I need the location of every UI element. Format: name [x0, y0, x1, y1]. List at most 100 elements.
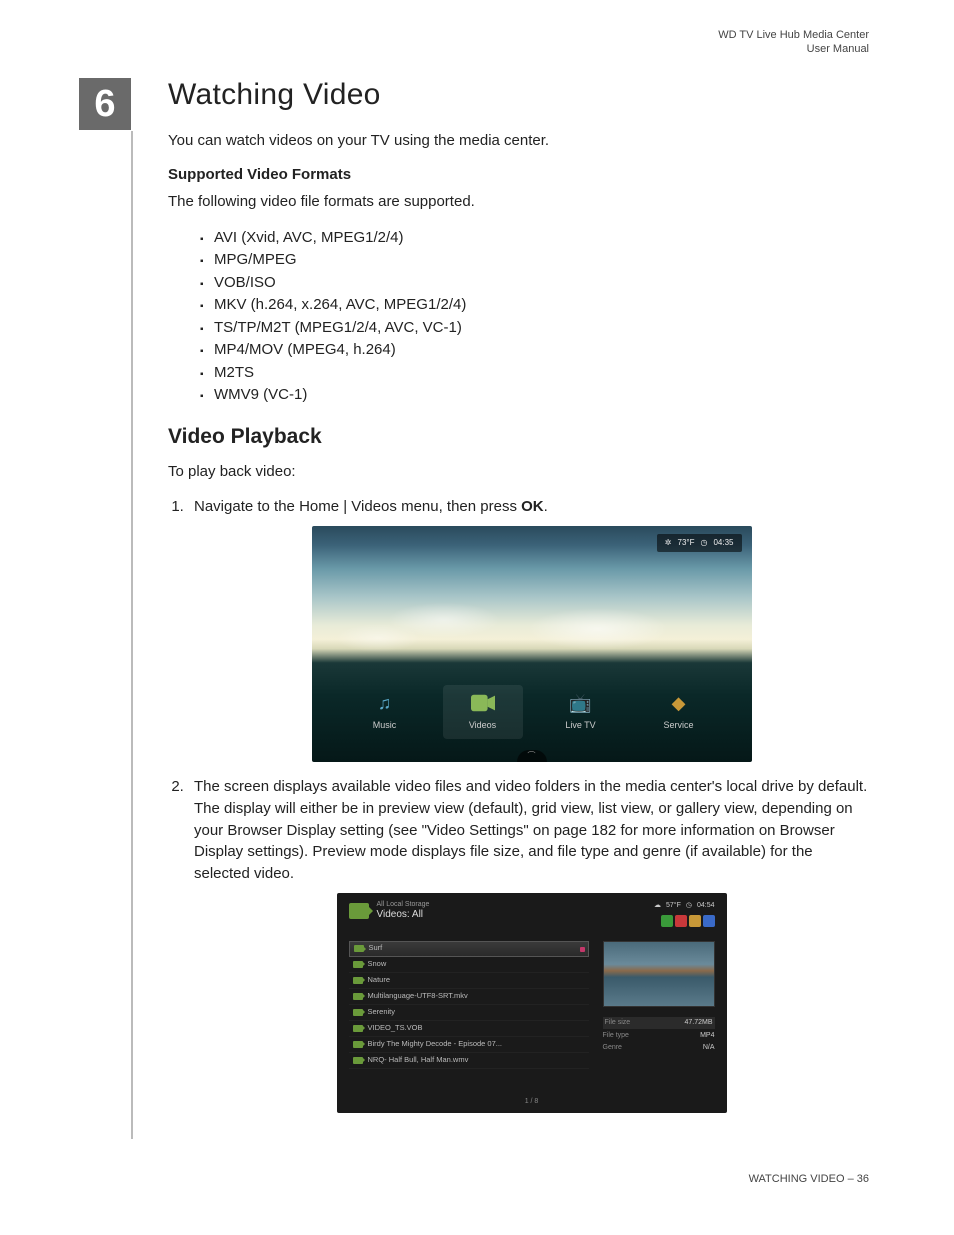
file-icon [353, 1025, 363, 1032]
meta-label: File type [603, 1031, 629, 1041]
file-metadata: File size 47.72MB File type MP4 Genre N/A [603, 1017, 715, 1055]
menu-label: Videos [469, 719, 496, 732]
weather-icon: ☁ [654, 901, 661, 911]
step1-ok: OK [521, 498, 544, 515]
steps-list: Navigate to the Home | Videos menu, then… [188, 496, 869, 1113]
file-name: Surf [369, 943, 383, 954]
header-line1: WD TV Live Hub Media Center [718, 28, 869, 42]
step-2: The screen displays available video file… [188, 776, 869, 1113]
list-item[interactable]: NRQ- Half Bull, Half Man.wmv [349, 1053, 589, 1069]
file-name: Nature [368, 975, 391, 986]
menu-label: Service [663, 719, 693, 732]
meta-value: 47.72MB [684, 1018, 712, 1028]
meta-label: File size [605, 1018, 631, 1028]
meta-value: MP4 [700, 1031, 714, 1041]
page-title: Watching Video [168, 78, 869, 112]
view-chip-yellow[interactable] [689, 915, 701, 927]
footer-sep: – [845, 1173, 857, 1185]
options-handle[interactable]: ⌒ [517, 750, 547, 762]
pager: 1 / 8 [337, 1097, 727, 1107]
clock-icon: ◷ [700, 537, 707, 549]
file-name: NRQ- Half Bull, Half Man.wmv [368, 1055, 469, 1066]
format-item: M2TS [200, 362, 869, 385]
file-icon [354, 945, 364, 952]
header-meta: WD TV Live Hub Media Center User Manual [718, 28, 869, 57]
video-preview [603, 941, 715, 1007]
file-name: Birdy The Mighty Decode - Episode 07... [368, 1039, 503, 1050]
format-item: TS/TP/M2T (MPEG1/2/4, AVC, VC-1) [200, 317, 869, 340]
view-chip-red[interactable] [675, 915, 687, 927]
intro-text: You can watch videos on your TV using th… [168, 130, 869, 152]
file-icon [353, 1041, 363, 1048]
format-list: AVI (Xvid, AVC, MPEG1/2/4) MPG/MPEG VOB/… [200, 227, 869, 407]
menu-videos[interactable]: Videos [443, 685, 523, 738]
weather-icon: ✲ [665, 537, 672, 549]
view-mode-chips[interactable] [661, 915, 715, 927]
file-icon [353, 993, 363, 1000]
storage-label: All Local Storage [377, 901, 430, 909]
status-bar: ☁ 57°F ◷ 04:54 [654, 901, 715, 911]
meta-label: Genre [603, 1043, 622, 1053]
file-icon [353, 1009, 363, 1016]
meta-value: N/A [703, 1043, 715, 1053]
temp-value: 57°F [666, 901, 681, 911]
view-chip-green[interactable] [661, 915, 673, 927]
header-line2: User Manual [718, 42, 869, 56]
list-item[interactable]: Serenity [349, 1005, 589, 1021]
music-icon: ♫ [373, 691, 397, 715]
file-name: Snow [368, 959, 387, 970]
list-item[interactable]: VIDEO_TS.VOB [349, 1021, 589, 1037]
format-item: MKV (h.264, x.264, AVC, MPEG1/2/4) [200, 294, 869, 317]
breadcrumb-area: All Local Storage Videos: All [349, 901, 430, 921]
vertical-divider [131, 131, 133, 1139]
list-item[interactable]: Snow [349, 957, 589, 973]
format-item: AVI (Xvid, AVC, MPEG1/2/4) [200, 227, 869, 250]
status-bar: ✲ 73°F ◷ 04:35 [657, 534, 742, 552]
step1-text-a: Navigate to the Home | Videos menu, then… [194, 498, 521, 515]
view-chip-blue[interactable] [703, 915, 715, 927]
home-menu-screenshot: ✲ 73°F ◷ 04:35 ♫ Music Videos [312, 526, 752, 762]
formats-intro: The following video file formats are sup… [168, 191, 869, 213]
menu-music[interactable]: ♫ Music [345, 691, 425, 732]
video-list-screenshot: All Local Storage Videos: All ☁ 57°F ◷ 0… [337, 893, 727, 1113]
time-value: 04:54 [697, 901, 715, 911]
page-footer: WATCHING VIDEO – 36 [749, 1173, 869, 1185]
time-value: 04:35 [713, 537, 733, 549]
list-item[interactable]: Birdy The Mighty Decode - Episode 07... [349, 1037, 589, 1053]
video-icon [349, 903, 369, 919]
format-item: VOB/ISO [200, 272, 869, 295]
footer-section: WATCHING VIDEO [749, 1173, 845, 1185]
file-name: VIDEO_TS.VOB [368, 1023, 423, 1034]
file-icon [353, 1057, 363, 1064]
menu-label: Music [373, 719, 397, 732]
playback-heading: Video Playback [168, 425, 869, 449]
tv-icon: 📺 [569, 691, 593, 715]
footer-page: 36 [857, 1173, 869, 1185]
playback-intro: To play back video: [168, 461, 869, 483]
sky-decoration [312, 596, 752, 656]
format-item: MPG/MPEG [200, 249, 869, 272]
video-file-list: Surf Snow Nature Multilanguage-UTF8-SRT.… [349, 941, 589, 1069]
list-item[interactable]: Nature [349, 973, 589, 989]
file-icon [353, 977, 363, 984]
chapter-number: 6 [79, 78, 131, 130]
menu-livetv[interactable]: 📺 Live TV [541, 691, 621, 732]
list-item[interactable]: Multilanguage-UTF8-SRT.mkv [349, 989, 589, 1005]
formats-heading: Supported Video Formats [168, 166, 869, 183]
temp-value: 73°F [678, 537, 695, 549]
clock-icon: ◷ [686, 901, 692, 911]
breadcrumb: Videos: All [377, 909, 430, 921]
file-name: Serenity [368, 1007, 396, 1018]
services-icon: ◆ [667, 691, 691, 715]
step1-text-c: . [544, 498, 548, 515]
file-icon [353, 961, 363, 968]
menu-label: Live TV [565, 719, 595, 732]
format-item: WMV9 (VC-1) [200, 384, 869, 407]
file-name: Multilanguage-UTF8-SRT.mkv [368, 991, 468, 1002]
menu-services[interactable]: ◆ Service [639, 691, 719, 732]
format-item: MP4/MOV (MPEG4, h.264) [200, 339, 869, 362]
step-1: Navigate to the Home | Videos menu, then… [188, 496, 869, 762]
step2-text: The screen displays available video file… [194, 778, 867, 882]
home-menu-bar: ♫ Music Videos 📺 Live TV ◆ [312, 680, 752, 744]
list-item[interactable]: Surf [349, 941, 589, 957]
